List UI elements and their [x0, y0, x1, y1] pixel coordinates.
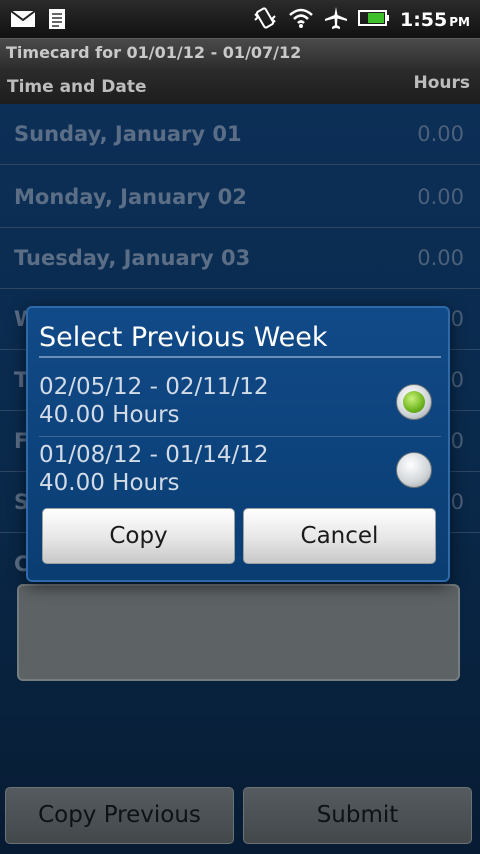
week-range: 01/08/12 - 01/14/12	[39, 442, 269, 468]
week-option-1[interactable]: 02/05/12 - 02/11/12 40.00 Hours	[28, 370, 448, 434]
battery-icon	[357, 9, 390, 31]
notification-icons	[10, 8, 66, 34]
day-hours: 0	[450, 429, 464, 453]
copy-button[interactable]: Copy	[42, 508, 235, 564]
clock: 1:55 PM	[400, 9, 470, 31]
week-hours: 40.00 Hours	[39, 470, 180, 496]
dialog-title: Select Previous Week	[39, 322, 328, 353]
option-divider	[39, 436, 441, 437]
clock-time: 1:55	[399, 9, 448, 31]
comments-input[interactable]	[17, 584, 460, 681]
select-previous-week-dialog: Select Previous Week 02/05/12 - 02/11/12…	[26, 306, 450, 582]
status-bar: 1:55 PM	[0, 0, 480, 38]
day-label: Monday, January 02	[14, 185, 247, 209]
day-hours: 0.00	[417, 246, 464, 270]
day-row-sunday[interactable]: Sunday, January 01 0.00	[0, 104, 480, 165]
document-icon	[48, 8, 66, 34]
dialog-divider	[39, 356, 441, 358]
airplane-icon	[324, 6, 348, 34]
week-range: 02/05/12 - 02/11/12	[39, 374, 269, 400]
radio-selected-icon[interactable]	[396, 384, 432, 420]
day-hours: 0.00	[417, 185, 464, 209]
page-title: Timecard for 01/01/12 - 01/07/12	[0, 38, 480, 68]
list-header-hours: Hours	[413, 73, 470, 93]
day-label: Sunday, January 01	[14, 122, 242, 146]
list-header: Time and Date Hours	[0, 68, 480, 104]
day-hours: 0	[450, 307, 464, 331]
day-row-tuesday[interactable]: Tuesday, January 03 0.00	[0, 228, 480, 289]
list-header-time-date: Time and Date	[7, 77, 147, 97]
day-hours: 0	[450, 368, 464, 392]
vibrate-icon	[252, 6, 278, 34]
radio-unselected-icon[interactable]	[396, 452, 432, 488]
week-option-2[interactable]: 01/08/12 - 01/14/12 40.00 Hours	[28, 438, 448, 502]
day-hours: 0.00	[417, 122, 464, 146]
system-icons: 1:55 PM	[252, 6, 470, 34]
day-hours: 0	[450, 490, 464, 514]
cancel-button[interactable]: Cancel	[243, 508, 436, 564]
mail-icon	[10, 9, 36, 33]
submit-button[interactable]: Submit	[243, 787, 472, 844]
wifi-icon	[288, 7, 314, 33]
copy-previous-button[interactable]: Copy Previous	[5, 787, 234, 844]
clock-ampm: PM	[449, 15, 470, 29]
week-hours: 40.00 Hours	[39, 402, 180, 428]
day-label: Tuesday, January 03	[14, 246, 251, 270]
day-row-monday[interactable]: Monday, January 02 0.00	[0, 167, 480, 228]
